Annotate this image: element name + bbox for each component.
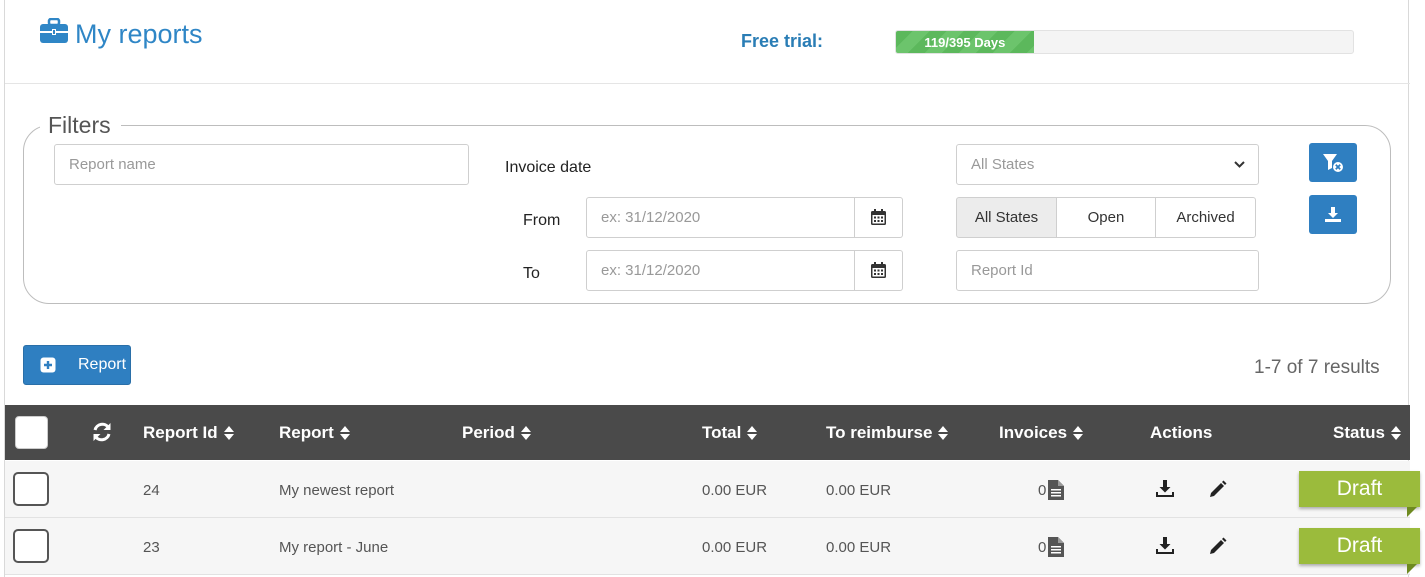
- trial-progress-fill: 119/395 Days: [896, 31, 1034, 53]
- sort-icon: [938, 426, 949, 440]
- column-status[interactable]: Status: [1333, 423, 1401, 443]
- cell-report-id: 24: [143, 482, 160, 499]
- sort-icon: [520, 426, 531, 440]
- column-report-id[interactable]: Report Id: [143, 423, 234, 443]
- column-invoices-label: Invoices: [999, 423, 1068, 442]
- to-date-input[interactable]: ex: 31/12/2020: [586, 250, 855, 291]
- calendar-icon: [871, 209, 886, 225]
- filters-legend: Filters: [40, 112, 121, 139]
- segment-open[interactable]: Open: [1056, 197, 1156, 238]
- cell-total: 0.00 EUR: [702, 539, 768, 556]
- briefcase-icon: [39, 17, 69, 51]
- cell-total: 0.00 EUR: [702, 482, 768, 499]
- download-report-button[interactable]: [1155, 479, 1175, 503]
- sort-icon: [1390, 426, 1401, 440]
- filter-clear-icon: [1323, 153, 1343, 172]
- status-badge-ribbon: [1407, 564, 1417, 574]
- page-title-text: My reports: [75, 19, 203, 49]
- download-icon: [1156, 480, 1174, 497]
- state-select-value: All States: [971, 156, 1035, 173]
- download-icon: [1325, 206, 1341, 222]
- from-date-input[interactable]: ex: 31/12/2020: [586, 197, 855, 238]
- plus-square-icon: [40, 357, 56, 373]
- edit-report-button[interactable]: [1208, 536, 1228, 560]
- sort-icon: [339, 426, 350, 440]
- column-report-label: Report: [279, 423, 334, 442]
- segment-all-states[interactable]: All States: [956, 197, 1057, 238]
- segment-archived[interactable]: Archived: [1155, 197, 1256, 238]
- status-badge: Draft: [1299, 528, 1420, 564]
- cell-report[interactable]: My report - June: [279, 539, 388, 556]
- pencil-icon: [1210, 480, 1227, 497]
- column-status-label: Status: [1333, 423, 1385, 442]
- sort-icon: [223, 426, 234, 440]
- refresh-button[interactable]: [91, 421, 113, 443]
- column-report-id-label: Report Id: [143, 423, 218, 442]
- from-calendar-button[interactable]: [855, 197, 903, 238]
- invoice-date-label: Invoice date: [505, 159, 592, 176]
- cell-report-id: 23: [143, 539, 160, 556]
- cell-report[interactable]: My newest report: [279, 482, 394, 499]
- report-id-input[interactable]: Report Id: [956, 250, 1259, 291]
- cell-invoices[interactable]: 0: [1038, 537, 1065, 557]
- add-report-label: Report: [78, 356, 127, 373]
- calendar-icon: [871, 262, 886, 278]
- download-report-button[interactable]: [1155, 536, 1175, 560]
- sort-icon: [747, 426, 758, 440]
- edit-report-button[interactable]: [1208, 479, 1228, 503]
- add-report-button[interactable]: Report: [23, 345, 131, 385]
- sort-icon: [1073, 426, 1084, 440]
- status-badge: Draft: [1299, 471, 1420, 507]
- select-all-checkbox[interactable]: [15, 416, 48, 449]
- row-checkbox[interactable]: [13, 472, 49, 506]
- column-period-label: Period: [462, 423, 515, 442]
- invoice-count: 0: [1038, 481, 1047, 499]
- cell-to-reimburse: 0.00 EUR: [826, 539, 892, 556]
- table-row[interactable]: 23 My report - June 0.00 EUR 0.00 EUR 0 …: [5, 518, 1420, 575]
- from-label: From: [523, 212, 561, 229]
- table-row[interactable]: 24 My newest report 0.00 EUR 0.00 EUR 0 …: [5, 461, 1420, 518]
- chevron-down-icon: [1234, 161, 1245, 168]
- column-period[interactable]: Period: [462, 423, 531, 443]
- page-header: My reports Free trial: 119/395 Days: [5, 0, 1410, 84]
- refresh-icon: [93, 422, 111, 442]
- column-to-reimburse-label: To reimburse: [826, 423, 933, 442]
- results-count: 1-7 of 7 results: [1254, 357, 1380, 378]
- column-report[interactable]: Report: [279, 423, 350, 443]
- document-icon: [1048, 537, 1065, 557]
- table-header: Report Id Report Period Total To reimbur…: [5, 405, 1410, 460]
- clear-filters-button[interactable]: [1309, 143, 1357, 182]
- report-name-input[interactable]: Report name: [54, 144, 469, 185]
- state-select[interactable]: All States: [956, 144, 1259, 185]
- column-total[interactable]: Total: [702, 423, 758, 443]
- column-total-label: Total: [702, 423, 742, 442]
- to-label: To: [523, 265, 540, 282]
- column-to-reimburse[interactable]: To reimburse: [826, 423, 949, 443]
- column-actions: Actions: [1150, 423, 1213, 442]
- app-frame: My reports Free trial: 119/395 Days Filt…: [4, 0, 1420, 577]
- filters-panel: Filters Report name Invoice date From To…: [23, 112, 1391, 304]
- export-button[interactable]: [1309, 195, 1357, 234]
- download-icon: [1156, 537, 1174, 554]
- status-badge-ribbon: [1407, 507, 1417, 517]
- to-calendar-button[interactable]: [855, 250, 903, 291]
- invoice-count: 0: [1038, 538, 1047, 556]
- pencil-icon: [1210, 537, 1227, 554]
- trial-progress-bar: 119/395 Days: [895, 30, 1354, 54]
- page-title: My reports: [39, 17, 203, 51]
- cell-invoices[interactable]: 0: [1038, 480, 1065, 500]
- document-icon: [1048, 480, 1065, 500]
- cell-to-reimburse: 0.00 EUR: [826, 482, 892, 499]
- row-checkbox[interactable]: [13, 529, 49, 563]
- free-trial-label: Free trial:: [741, 31, 824, 51]
- column-invoices[interactable]: Invoices: [999, 423, 1084, 443]
